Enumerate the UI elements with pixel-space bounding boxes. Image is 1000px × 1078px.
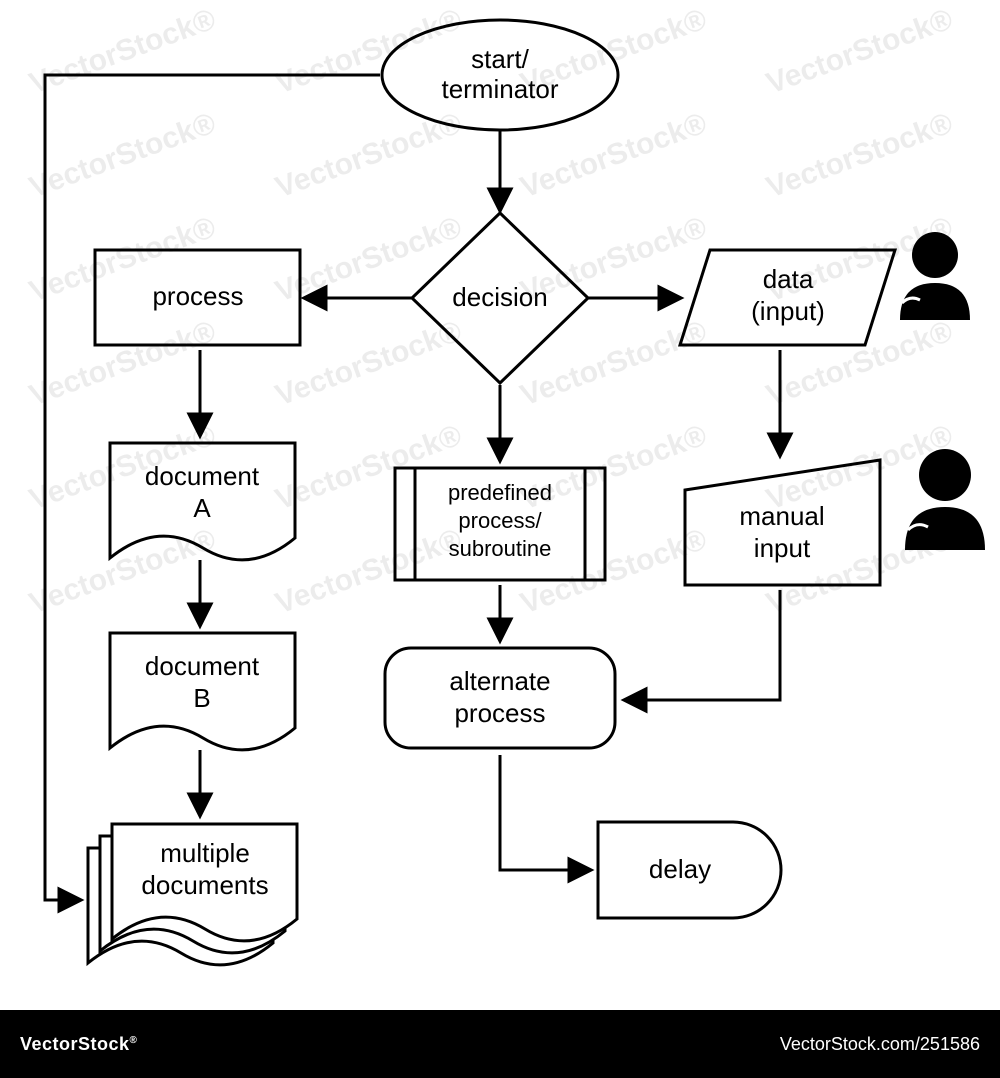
node-data-input: data (input) (680, 250, 895, 345)
brand-logo: VectorStock® (0, 1034, 137, 1055)
label-multi-2: documents (141, 870, 268, 900)
user-icon (905, 449, 985, 550)
image-id: VectorStock.com/251586 (780, 1034, 1000, 1055)
node-alternate-process: alternate process (385, 648, 615, 748)
label-predef-1: predefined (448, 480, 552, 505)
label-docB-2: B (193, 683, 210, 713)
user-icon (900, 232, 970, 320)
label-multi-1: multiple (160, 838, 250, 868)
label-alt-2: process (454, 698, 545, 728)
label-data-2: (input) (751, 296, 825, 326)
node-document-a: document A (110, 443, 295, 560)
node-process: process (95, 250, 300, 345)
label-decision: decision (452, 282, 547, 312)
label-docB-1: document (145, 651, 260, 681)
label-data-1: data (763, 264, 814, 294)
label-delay: delay (649, 854, 711, 884)
label-start-1: start/ (471, 44, 530, 74)
label-alt-1: alternate (449, 666, 550, 696)
flowchart-canvas: start/ terminator decision process data … (0, 0, 1000, 1010)
node-multiple-documents: multiple documents (88, 824, 297, 965)
label-docA-1: document (145, 461, 260, 491)
label-start-2: terminator (441, 74, 558, 104)
footer-bar: VectorStock® VectorStock.com/251586 (0, 1010, 1000, 1078)
node-start-terminator: start/ terminator (382, 20, 618, 130)
label-docA-2: A (193, 493, 211, 523)
label-process: process (152, 281, 243, 311)
node-decision: decision (412, 213, 588, 383)
label-predef-2: process/ (458, 508, 542, 533)
label-manual-1: manual (739, 501, 824, 531)
node-delay: delay (598, 822, 781, 918)
label-predef-3: subroutine (449, 536, 552, 561)
node-predefined-process: predefined process/ subroutine (395, 468, 605, 580)
node-document-b: document B (110, 633, 295, 750)
node-manual-input: manual input (685, 460, 880, 585)
label-manual-2: input (754, 533, 811, 563)
